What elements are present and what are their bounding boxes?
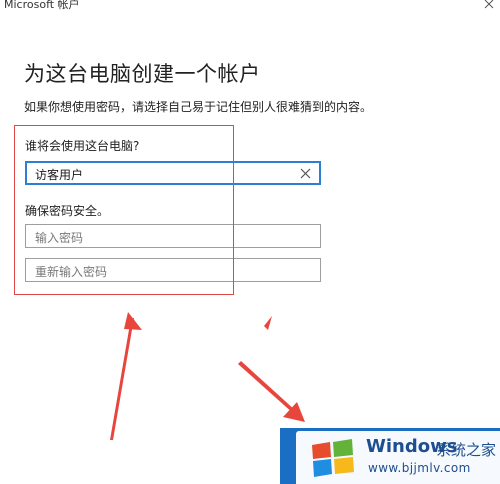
site-watermark: Windows 系统之家 www.bjjmlv.com: [296, 431, 500, 484]
annotation-arrows: [110, 312, 305, 440]
windows-logo-icon: [312, 439, 354, 477]
arrow-icon: [110, 312, 142, 440]
watermark-url: www.bjjmlv.com: [368, 461, 471, 475]
watermark-cn-text: 系统之家: [436, 441, 497, 459]
arrow-icon: [264, 316, 272, 330]
arrow-icon: [238, 361, 305, 422]
